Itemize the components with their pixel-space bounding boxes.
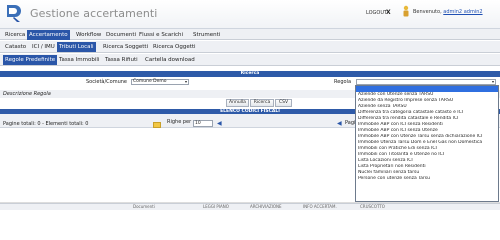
app-title: Gestione accertamenti bbox=[30, 7, 158, 20]
submenu2-cartella-download[interactable]: Cartella download bbox=[143, 55, 197, 65]
chevron-down-icon: ▾ bbox=[184, 79, 187, 84]
prev-page-icon[interactable]: ◀ bbox=[337, 120, 342, 127]
submenu-ricerca-soggetti[interactable]: Ricerca Soggetti bbox=[101, 42, 150, 52]
footer-info-accertamento[interactable]: INFO ACCERTAM. bbox=[303, 204, 337, 209]
submenu2-tassa-immobili[interactable]: Tassa Immobili bbox=[57, 55, 101, 65]
grid-pages-text: Pagine totali: 0 - Elementi totali: 0 bbox=[3, 121, 89, 127]
submenu-ricerca-oggetti[interactable]: Ricerca Oggetti bbox=[151, 42, 198, 52]
sub-menu: Catasto ICI / IMU Tributi Locali Ricerca… bbox=[0, 41, 500, 53]
logout-button[interactable]: X bbox=[386, 9, 391, 16]
regola-dropdown-list: Aziende con Utenze senza TARSU Aziende d… bbox=[355, 85, 499, 202]
comune-select[interactable]: Comune Demo ▾ bbox=[131, 79, 189, 85]
regola-label: Regola bbox=[334, 79, 352, 85]
descrizione-label: Descrizione Regola bbox=[3, 91, 51, 97]
search-section-title: Ricerca bbox=[0, 71, 500, 77]
menu-workflow[interactable]: Workflow bbox=[74, 30, 103, 40]
submenu2-tassa-rifiuti[interactable]: Tassa Rifiuti bbox=[103, 55, 140, 65]
submenu2-regole-predefinite[interactable]: Regole Predefinite bbox=[3, 55, 58, 65]
sub-menu-2: Regole Predefinite Tassa Immobili Tassa … bbox=[0, 54, 500, 66]
comune-select-value: Comune Demo bbox=[133, 79, 167, 84]
footer-cruscotto[interactable]: CRUSCOTTO bbox=[360, 204, 385, 209]
logout-label[interactable]: LOGOUT bbox=[366, 10, 387, 16]
app-logo-icon bbox=[7, 5, 21, 22]
menu-documenti[interactable]: Documenti bbox=[104, 30, 138, 40]
footer-archiviazione[interactable]: ARCHIVIAZIONE bbox=[250, 204, 282, 209]
rows-per-page-select[interactable]: 10 bbox=[193, 120, 213, 127]
app-header: Gestione accertamenti LOGOUT X Benvenuto… bbox=[0, 0, 500, 28]
submenu-ici-imu[interactable]: ICI / IMU bbox=[30, 42, 57, 52]
submenu-tributi-locali[interactable]: Tributi Locali bbox=[57, 42, 96, 52]
user-icon bbox=[403, 5, 409, 17]
main-menu: Ricerca Accertamento Workflow Documenti … bbox=[0, 28, 500, 40]
comune-label: Società/Comune bbox=[86, 79, 127, 85]
menu-flussi-scarichi[interactable]: Flussi e Scarichi bbox=[137, 30, 185, 40]
user-link[interactable]: admin2 admin2 bbox=[443, 9, 482, 15]
welcome-text: Benvenuto, admin2 admin2 bbox=[413, 9, 483, 15]
footer-documenti[interactable]: Documenti bbox=[133, 204, 155, 209]
rows-per-page-value: 10 bbox=[195, 121, 201, 126]
welcome-label: Benvenuto, bbox=[413, 9, 442, 15]
csv-button[interactable]: CSV bbox=[275, 99, 292, 107]
menu-strumenti[interactable]: Strumenti bbox=[191, 30, 222, 40]
annulla-button[interactable]: Annulla bbox=[226, 99, 249, 107]
menu-ricerca[interactable]: Ricerca bbox=[3, 30, 27, 40]
dropdown-option[interactable]: Persone con utenze senza Tarsu bbox=[356, 176, 498, 182]
next-page-icon[interactable]: ◀ bbox=[217, 120, 222, 127]
footer-leggi-piano[interactable]: LEGGI PIANO bbox=[203, 204, 229, 209]
submenu-catasto[interactable]: Catasto bbox=[3, 42, 28, 52]
menu-accertamento[interactable]: Accertamento bbox=[27, 30, 70, 40]
ricerca-button[interactable]: Ricerca bbox=[250, 99, 274, 107]
chevron-down-icon: ▾ bbox=[491, 79, 494, 84]
